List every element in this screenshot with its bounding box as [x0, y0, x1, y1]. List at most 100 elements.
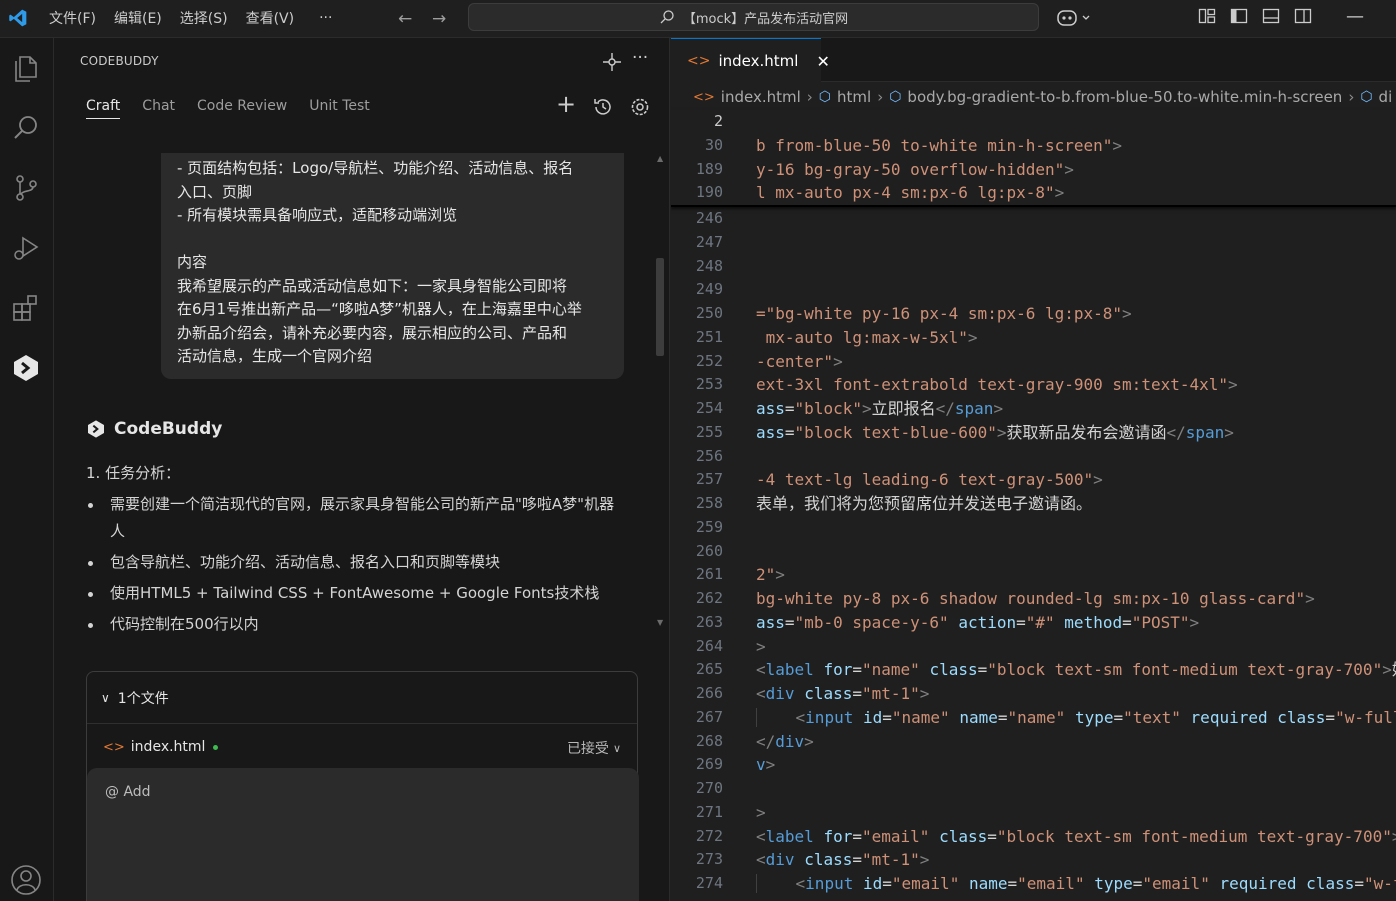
file-row[interactable]: <> index.html 已接受 ∨ — [87, 724, 637, 770]
code-line: 262 bg-white py-8 px-6 shadow rounded-lg … — [671, 587, 1396, 611]
code-area[interactable]: 2 30 b from-blue-50 to-white min-h-screen"… — [671, 110, 1396, 896]
line-text: l mx-auto px-4 sm:px-6 lg:px-8"> — [723, 181, 1064, 205]
code-token: -center" — [756, 351, 834, 371]
code-token: name — [959, 707, 998, 727]
code-token: > — [1382, 660, 1392, 680]
toggle-panel-icon[interactable] — [1262, 7, 1280, 25]
chevron-right-icon: › — [806, 88, 813, 106]
code-token: label — [765, 660, 814, 680]
menu-selection[interactable]: 选择(S) — [171, 8, 237, 28]
tab-chat[interactable]: Chat — [142, 98, 175, 119]
code-token: 立即报名 — [871, 399, 936, 418]
minimize-icon[interactable]: — — [1346, 6, 1364, 27]
line-number: 260 — [695, 541, 723, 560]
line-number: 269 — [695, 755, 723, 774]
activity-bar — [0, 38, 54, 901]
toggle-secondary-sidebar-icon[interactable] — [1294, 7, 1312, 25]
command-center-search[interactable]: 【mock】产品发布活动官网 — [468, 3, 1039, 31]
editor-tab-index-html[interactable]: <> index.html ✕ — [671, 38, 830, 83]
forward-arrow-icon[interactable]: → — [432, 9, 446, 29]
code-token: < — [795, 874, 806, 893]
menu-more[interactable]: ··· — [303, 10, 341, 26]
element-icon: ⬡ — [1360, 89, 1373, 105]
code-token: = — [997, 707, 1008, 727]
list-item: 需要创建一个简洁现代的官网，展示家具身智能公司的新产品"哆啦A梦"机器人 — [86, 491, 616, 545]
user-message-bubble: - 页面结构包括：Logo/导航栏、功能介绍、活动信息、报名 入口、页脚 - 所… — [161, 153, 624, 379]
code-line: 268 </div> — [671, 730, 1396, 754]
scrollbar-thumb[interactable] — [656, 258, 664, 356]
menu-edit[interactable]: 编辑(E) — [105, 8, 171, 28]
scroll-down-icon[interactable]: ▼ — [657, 618, 663, 627]
window-title: 【mock】产品发布活动官网 — [682, 11, 849, 27]
breadcrumb-item[interactable]: index.html — [721, 88, 801, 106]
code-token: = — [882, 874, 892, 893]
sticky-scroll-header[interactable]: 2 30 b from-blue-50 to-white min-h-screen"… — [671, 110, 1396, 207]
breadcrumb-item[interactable]: html — [837, 88, 871, 106]
chat-input[interactable]: @ Add — [87, 768, 639, 901]
code-token: span — [954, 399, 994, 418]
codebuddy-panel: CODEBUDDY ··· Craft Chat Code Review Uni… — [54, 38, 670, 901]
files-count: 1个文件 — [117, 690, 169, 707]
settings-icon[interactable] — [629, 96, 651, 118]
code-token: = — [977, 660, 988, 680]
panel-tabs: Craft Chat Code Review Unit Test — [86, 98, 370, 119]
accepted-status[interactable]: 已接受 ∨ — [567, 738, 621, 758]
code-line: 265 <label for="name" class="block text-s… — [671, 658, 1396, 682]
code-token: ass — [756, 422, 785, 442]
tab-unit-test[interactable]: Unit Test — [309, 98, 370, 119]
code-token: = — [852, 850, 862, 870]
code-token: = — [1016, 612, 1026, 632]
menu-bar: 文件(F) 编辑(E) 选择(S) 查看(V) ··· — [40, 0, 341, 36]
changed-files-card: ∨ 1个文件 <> index.html 已接受 ∨ @ Add — [86, 671, 639, 901]
source-control-icon[interactable] — [9, 171, 43, 205]
toggle-primary-sidebar-icon[interactable] — [1230, 7, 1248, 25]
code-line: 261 2"> — [671, 563, 1396, 587]
code-token: < — [756, 850, 766, 870]
explorer-icon[interactable] — [9, 51, 43, 85]
code-token: ext-3xl font-extrabold text-gray-900 sm:… — [756, 375, 1229, 395]
close-icon[interactable]: ✕ — [816, 52, 829, 71]
code-token: bg-white py-8 px-6 shadow rounded-lg sm:… — [756, 589, 1306, 608]
tab-craft[interactable]: Craft — [86, 98, 121, 119]
line-text: ass="block">立即报名</span> — [723, 397, 1003, 421]
breadcrumb-item[interactable]: body.bg-gradient-to-b.from-blue-50.to-wh… — [907, 88, 1342, 106]
line-number: 2 — [713, 112, 723, 130]
code-token: "w-full — [1335, 707, 1396, 727]
tab-code-review[interactable]: Code Review — [197, 98, 287, 119]
code-token: required — [1190, 707, 1268, 727]
scroll-up-icon[interactable]: ▲ — [657, 154, 663, 163]
menu-view[interactable]: 查看(V) — [237, 8, 304, 28]
account-icon[interactable] — [9, 863, 43, 897]
run-debug-icon[interactable] — [9, 231, 43, 265]
html-file-icon: <> — [693, 89, 715, 105]
history-icon[interactable] — [592, 96, 614, 118]
customize-layout-icon[interactable] — [1198, 7, 1216, 25]
codebuddy-icon[interactable] — [9, 351, 43, 385]
copilot-icon[interactable] — [1056, 7, 1092, 29]
back-arrow-icon[interactable]: ← — [398, 9, 412, 29]
code-token: "text" — [1123, 707, 1181, 727]
extensions-icon[interactable] — [9, 291, 43, 325]
code-token: < — [756, 660, 766, 680]
line-text: <label for="name" class="block text-sm f… — [723, 658, 1396, 682]
plus-icon[interactable]: + — [556, 90, 576, 118]
more-actions-icon[interactable]: ··· — [632, 48, 648, 68]
move-icon[interactable] — [602, 52, 622, 72]
code-token: = — [784, 399, 795, 418]
line-text — [723, 255, 756, 279]
code-token: > — [993, 399, 1004, 418]
code-token: div — [775, 731, 805, 751]
files-header[interactable]: ∨ 1个文件 — [87, 672, 637, 724]
breadcrumb-item[interactable]: di — [1379, 88, 1393, 106]
code-line: 270 — [671, 777, 1396, 801]
file-name: index.html — [130, 739, 206, 755]
code-token: "block" — [794, 399, 862, 418]
search-icon[interactable] — [9, 111, 43, 145]
chevron-down-icon: ∨ — [612, 741, 621, 755]
code-token: = — [1113, 707, 1124, 727]
menu-file[interactable]: 文件(F) — [40, 8, 105, 28]
code-token: </ — [935, 399, 955, 418]
task-bullet-list: 需要创建一个简洁现代的官网，展示家具身智能公司的新产品"哆啦A梦"机器人 包含导… — [86, 491, 616, 638]
code-token: > — [1189, 612, 1200, 632]
